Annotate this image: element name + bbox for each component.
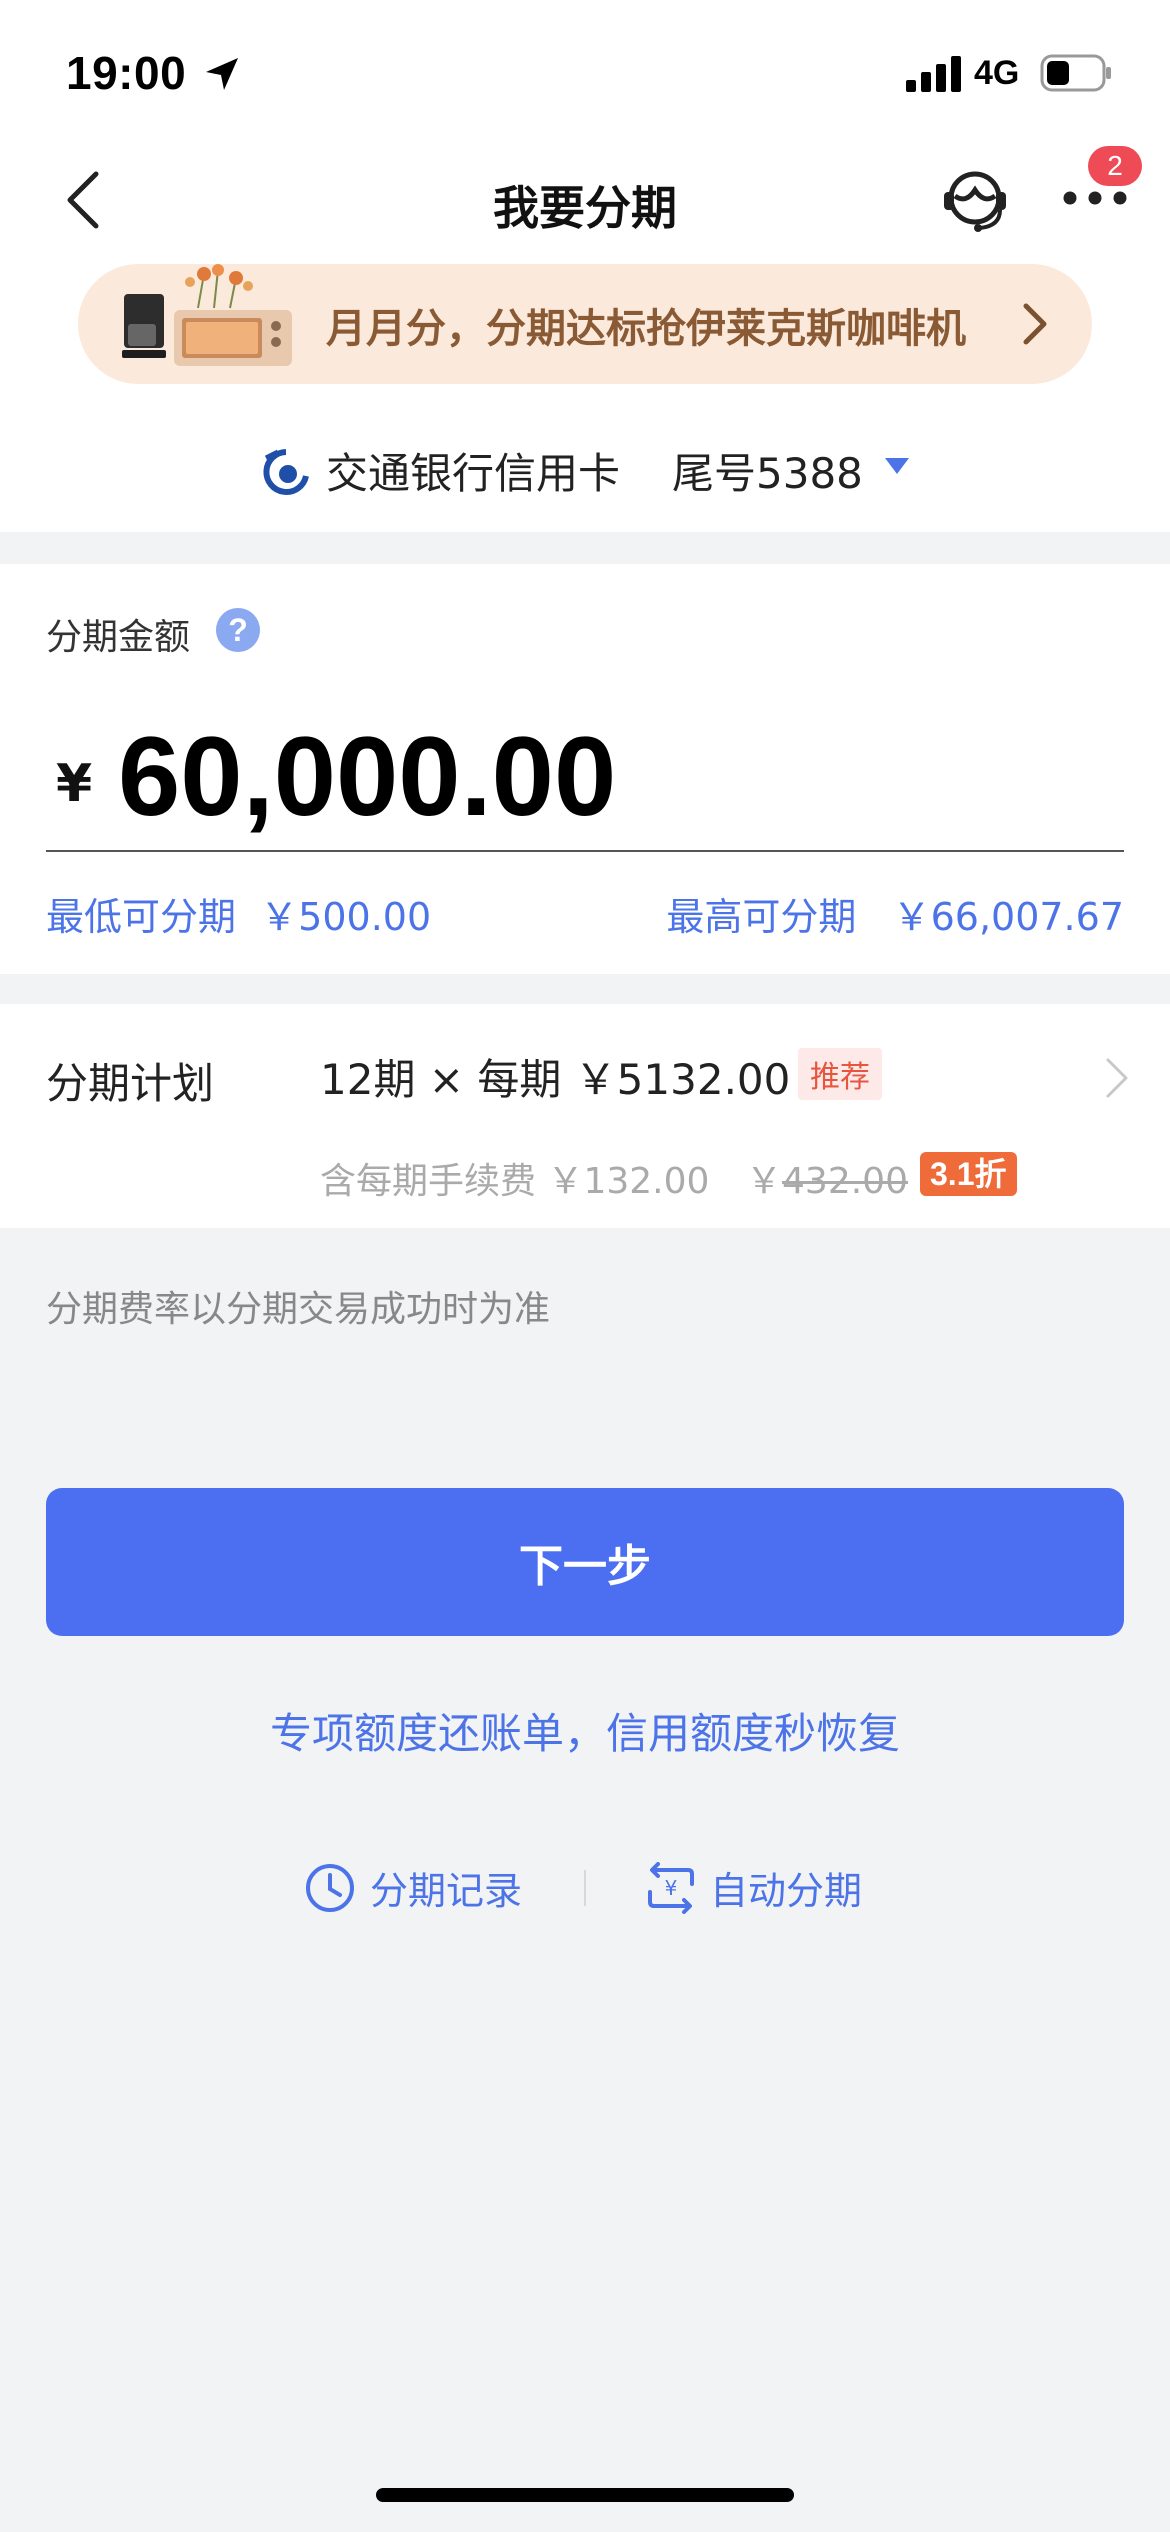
divider <box>584 1870 586 1906</box>
status-time: 19:00 <box>66 47 187 99</box>
bottom-links: 分期记录 ¥ 自动分期 <box>0 1856 1170 1916</box>
chevron-right-icon <box>1106 1058 1128 1098</box>
status-bar: 19:00 4G <box>0 0 1170 140</box>
coffee-machine-oven-image <box>122 264 292 366</box>
original-fee: ￥432.00 <box>746 1161 908 1202</box>
more-icon[interactable] <box>1062 186 1128 210</box>
home-indicator <box>376 2488 794 2502</box>
original-fee-value: 432.00 <box>782 1161 908 1202</box>
notification-badge: 2 <box>1088 146 1142 186</box>
clock-icon <box>306 1864 354 1912</box>
promo-text: 月月分，分期达标抢伊莱克斯咖啡机 <box>326 306 966 352</box>
discount-badge: 3.1折 <box>920 1152 1017 1196</box>
bank-name: 交通银行信用卡 <box>326 449 621 498</box>
battery-icon <box>1040 54 1111 92</box>
amount-input[interactable]: 60,000.00 <box>118 712 616 841</box>
amount-label: 分期金额 <box>46 617 191 658</box>
help-icon[interactable]: ? <box>216 608 260 652</box>
rate-note: 分期费率以分期交易成功时为准 <box>46 1289 551 1330</box>
special-quota-link[interactable]: 专项额度还账单，信用额度秒恢复 <box>0 1700 1170 1761</box>
min-amount: 最低可分期 ￥500.00 <box>46 895 432 939</box>
next-button[interactable]: 下一步 <box>46 1488 1124 1636</box>
bank-logo-icon <box>263 449 309 495</box>
amount-section: 分期金额 ? ¥ 60,000.00 最低可分期 ￥500.00 最高可分期 ￥… <box>0 564 1170 974</box>
recommend-tag: 推荐 <box>798 1048 882 1100</box>
card-tail-number: 尾号5388 <box>672 449 863 498</box>
installment-plan[interactable]: 分期计划 12期 × 每期 ￥5132.00 推荐 含每期手续费 ￥132.00… <box>0 1004 1170 1228</box>
signal-icon <box>906 56 961 92</box>
record-label: 分期记录 <box>370 1869 523 1913</box>
caret-down-icon <box>885 458 909 474</box>
svg-text:¥: ¥ <box>665 1876 678 1900</box>
auto-installment-icon: ¥ <box>648 1862 694 1914</box>
amount-underline <box>46 850 1124 852</box>
plan-fee: 含每期手续费 ￥132.00 <box>320 1161 710 1202</box>
max-amount: 最高可分期 ￥66,007.67 <box>666 895 1124 939</box>
card-selector[interactable]: 交通银行信用卡 尾号5388 <box>0 434 1170 504</box>
auto-label: 自动分期 <box>710 1869 863 1913</box>
plan-summary: 12期 × 每期 ￥5132.00 <box>320 1055 791 1104</box>
customer-service-icon[interactable] <box>940 160 1010 240</box>
promo-banner[interactable]: 月月分，分期达标抢伊莱克斯咖啡机 <box>78 264 1092 384</box>
nav-bar: 我要分期 2 <box>0 140 1170 260</box>
location-arrow-icon <box>206 58 238 90</box>
plan-label: 分期计划 <box>46 1059 215 1108</box>
chevron-right-icon <box>1023 303 1047 345</box>
network-type: 4G <box>974 54 1020 92</box>
currency-symbol: ¥ <box>56 754 93 814</box>
